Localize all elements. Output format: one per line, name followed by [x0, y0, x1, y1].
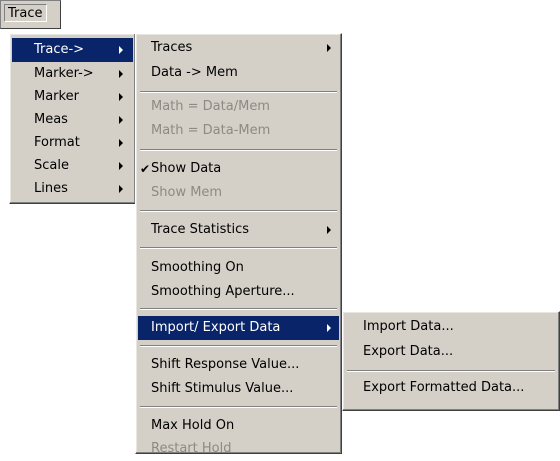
menu-item-label: Meas: [34, 112, 68, 127]
submenu-arrow-icon: [119, 46, 123, 54]
menu-separator: [140, 308, 337, 310]
menu-separator: [140, 247, 337, 249]
menu-item-trace-arrow[interactable]: Trace->: [12, 38, 133, 62]
menu-separator: [140, 345, 337, 347]
menu-item-restart-hold: Restart Hold: [138, 437, 339, 461]
menu-separator: [140, 149, 337, 151]
menu-item-label: Export Data...: [363, 344, 454, 359]
menu-item-scale[interactable]: Scale: [12, 154, 133, 178]
menu-item-label: Format: [34, 135, 80, 150]
import-export-submenu: Import Data... Export Data... Export For…: [342, 311, 560, 411]
menu-separator: [140, 91, 337, 93]
submenu-arrow-icon: [119, 162, 123, 170]
menu-item-show-data[interactable]: ✔ Show Data: [138, 157, 339, 181]
menu-item-lines[interactable]: Lines: [12, 177, 133, 201]
menu-item-label: Marker: [34, 89, 79, 104]
menu-item-shift-stimulus-value[interactable]: Shift Stimulus Value...: [138, 377, 339, 401]
menu-item-label: Trace->: [34, 42, 85, 57]
menu-item-label: Marker->: [34, 66, 94, 81]
menu-item-smoothing-on[interactable]: Smoothing On: [138, 256, 339, 280]
menu-item-trace-statistics[interactable]: Trace Statistics: [138, 218, 339, 242]
checkmark-icon: ✔: [139, 162, 151, 176]
menu-item-label: Smoothing On: [151, 260, 244, 275]
trace-submenu: Traces Data -> Mem Math = Data/Mem Math …: [135, 33, 342, 456]
menu-item-label: Shift Response Value...: [151, 357, 300, 372]
menu-item-label: Math = Data/Mem: [151, 99, 270, 114]
menu-item-import-export-data[interactable]: Import/ Export Data: [138, 316, 339, 340]
menu-item-label: Traces: [151, 40, 193, 55]
menu-item-label: Restart Hold: [151, 441, 232, 456]
menu-separator: [140, 406, 337, 408]
submenu-arrow-icon: [119, 116, 123, 124]
menu-item-label: Smoothing Aperture...: [151, 284, 295, 299]
menu-item-shift-response-value[interactable]: Shift Response Value...: [138, 353, 339, 377]
menu-item-import-data[interactable]: Import Data...: [345, 315, 557, 339]
menu-item-data-to-mem[interactable]: Data -> Mem: [138, 61, 339, 85]
submenu-arrow-icon: [327, 44, 331, 52]
menubar: Trace: [0, 0, 61, 29]
menu-item-meas[interactable]: Meas: [12, 108, 133, 132]
menu-item-label: Shift Stimulus Value...: [151, 381, 294, 396]
menu-item-label: Show Mem: [151, 185, 223, 200]
menu-item-export-formatted-data[interactable]: Export Formatted Data...: [345, 376, 557, 400]
menu-item-label: Export Formatted Data...: [363, 380, 525, 395]
menu-item-label: Max Hold On: [151, 418, 235, 433]
menu-item-label: Show Data: [151, 161, 222, 176]
menu-item-math-data-div-mem: Math = Data/Mem: [138, 95, 339, 119]
menu-item-show-mem: Show Mem: [138, 181, 339, 205]
submenu-arrow-icon: [119, 185, 123, 193]
submenu-arrow-icon: [327, 324, 331, 332]
submenu-arrow-icon: [119, 139, 123, 147]
menu-item-marker[interactable]: Marker: [12, 85, 133, 109]
menu-item-label: Import Data...: [363, 319, 454, 334]
submenu-arrow-icon: [327, 226, 331, 234]
menu-item-label: Scale: [34, 158, 69, 173]
menu-separator: [347, 370, 555, 372]
menu-separator: [140, 210, 337, 212]
menu-item-math-data-minus-mem: Math = Data-Mem: [138, 119, 339, 143]
menu-item-smoothing-aperture[interactable]: Smoothing Aperture...: [138, 280, 339, 304]
submenu-arrow-icon: [119, 93, 123, 101]
menu-item-max-hold-on[interactable]: Max Hold On: [138, 414, 339, 438]
menu-item-traces[interactable]: Traces: [138, 36, 339, 60]
menu-item-label: Trace Statistics: [151, 222, 250, 237]
trace-menu: Trace-> Marker-> Marker Meas Format Scal…: [9, 33, 136, 204]
menu-item-label: Lines: [34, 181, 68, 196]
submenu-arrow-icon: [119, 70, 123, 78]
menu-item-export-data[interactable]: Export Data...: [345, 340, 557, 364]
menu-trace[interactable]: Trace: [4, 4, 47, 22]
menu-item-label: Math = Data-Mem: [151, 123, 271, 138]
menu-item-marker-arrow[interactable]: Marker->: [12, 62, 133, 86]
menu-item-label: Data -> Mem: [151, 65, 238, 80]
menu-item-format[interactable]: Format: [12, 131, 133, 155]
menu-item-label: Import/ Export Data: [151, 320, 281, 335]
